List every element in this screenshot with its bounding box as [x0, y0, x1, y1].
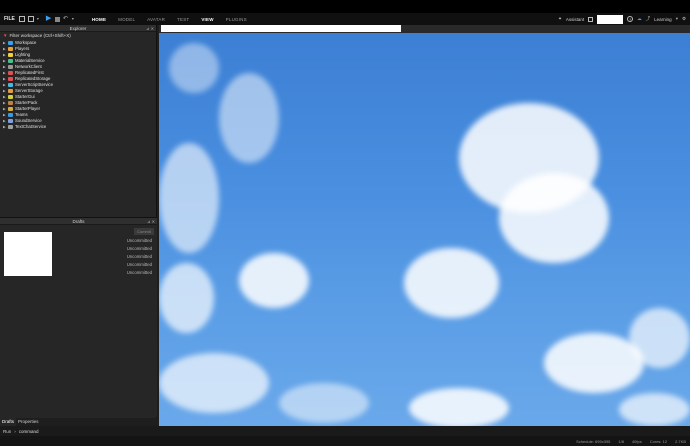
filter-row[interactable]: ▼ Filter workspace (Ctrl+Shift+X): [0, 32, 156, 39]
service-icon: [8, 83, 13, 87]
tab-home[interactable]: HOME: [86, 17, 112, 22]
play-icon[interactable]: ▶: [46, 15, 52, 22]
assistant-icon: ✦: [558, 16, 562, 21]
service-icon: [8, 53, 13, 57]
cloud: [219, 73, 279, 163]
cloud: [409, 388, 509, 426]
draft-status: Uncommitted: [126, 246, 152, 251]
title-bar: [0, 0, 690, 13]
service-icon: [8, 101, 13, 105]
cloud: [619, 393, 690, 426]
page-icon[interactable]: [18, 16, 25, 22]
quick-access-toolbar: ▾ ▶ ↶ ▾: [18, 15, 78, 22]
status-cores: Cores: 12: [649, 438, 668, 444]
explorer-header: Explorer ⊿ ✕: [0, 25, 156, 32]
draft-status: Uncommitted: [126, 270, 152, 275]
pin-icon[interactable]: ⊿: [146, 26, 149, 31]
user-avatar-box[interactable]: [597, 14, 624, 24]
cloud: [499, 173, 609, 263]
service-icon: [8, 71, 13, 75]
chevron-down-icon[interactable]: ▾: [37, 16, 43, 22]
command-bar: Run › command: [0, 426, 690, 436]
filter-input[interactable]: Filter workspace (Ctrl+Shift+X): [9, 32, 70, 39]
command-input[interactable]: command: [19, 429, 39, 434]
viewport-tab-input[interactable]: [161, 25, 401, 32]
window-icon[interactable]: [588, 16, 594, 22]
left-bottom-tabs: Drafts Properties: [0, 418, 157, 426]
status-ratio: 1/8: [618, 438, 624, 444]
status-schedule: Schedule: 695x395: [576, 438, 611, 444]
cloud: [629, 308, 690, 368]
explorer-title: Explorer: [69, 26, 87, 31]
panel-controls: ⊿ ✕: [146, 25, 154, 32]
status-fps: 40fps: [631, 438, 642, 444]
chevron-right-icon: ›: [14, 428, 16, 434]
status-mem: 2.7KB: [675, 438, 686, 444]
draft-status: Uncommitted: [126, 262, 152, 267]
drafts-header: Drafts ⊿ ✕: [0, 218, 157, 225]
close-icon[interactable]: ✕: [151, 26, 154, 31]
explorer-item-label: TextChatService: [15, 124, 47, 129]
stop-icon[interactable]: [54, 16, 60, 22]
service-icon: [8, 107, 13, 111]
service-icon: [8, 125, 13, 129]
commit-button[interactable]: Commit: [134, 228, 154, 235]
copy-icon[interactable]: [27, 16, 34, 22]
service-icon: [8, 59, 13, 63]
cloud: [404, 248, 499, 318]
run-label: Run: [3, 428, 12, 434]
draft-status: Uncommitted: [126, 238, 152, 243]
tab-test[interactable]: TEST: [171, 17, 195, 22]
explorer-tree: ▶ Workspace ▶ Players ▶ Lighting ▶ MaterialServ…: [0, 39, 156, 130]
tab-plugins[interactable]: PLUGINS: [220, 17, 253, 22]
status-bar: Schedule: 695x395 1/8 40fps Cores: 12 2.…: [0, 436, 690, 446]
user-name[interactable]: Learning: [654, 17, 672, 22]
tab-drafts[interactable]: Drafts: [0, 418, 17, 426]
cloud: [169, 43, 219, 93]
tab-view[interactable]: VIEW: [195, 17, 219, 22]
service-icon: [8, 41, 13, 45]
draft-status: Uncommitted: [126, 254, 152, 259]
service-icon: [8, 77, 13, 81]
explorer-item[interactable]: ▶ TextChatService: [0, 124, 156, 130]
viewport-3d[interactable]: [159, 33, 690, 426]
service-icon: [8, 113, 13, 117]
cloud: [159, 263, 214, 333]
service-icon: [8, 119, 13, 123]
cloud: [159, 353, 269, 413]
filter-icon[interactable]: ▼: [3, 32, 7, 39]
file-menu[interactable]: FILE: [0, 16, 19, 22]
chevron-down-icon[interactable]: ▾: [676, 16, 678, 22]
assistant-button[interactable]: Assistant: [566, 17, 584, 22]
share-icon[interactable]: ⤴: [646, 16, 651, 22]
drafts-title: Drafts: [72, 219, 85, 224]
panel-controls: ⊿ ✕: [147, 218, 155, 225]
draft-thumbnail: [4, 232, 52, 276]
service-icon: [8, 47, 13, 51]
menubar-right: ✦ Assistant ? ☁ ⤴ Learning ▾ ⚙: [558, 13, 686, 25]
pin-icon[interactable]: ⊿: [147, 219, 150, 224]
service-icon: [8, 95, 13, 99]
tab-model[interactable]: MODEL: [112, 17, 141, 22]
cloud: [279, 383, 369, 423]
cloud: [239, 253, 309, 308]
service-icon: [8, 89, 13, 93]
cloud: [159, 143, 219, 253]
service-icon: [8, 65, 13, 69]
close-icon[interactable]: ✕: [152, 219, 155, 224]
settings-icon[interactable]: ⚙: [682, 16, 686, 22]
drafts-panel: Drafts ⊿ ✕ Commit Uncommitted Uncommitte…: [0, 217, 157, 417]
tab-properties[interactable]: Properties: [16, 418, 41, 426]
menu-bar: FILE ▾ ▶ ↶ ▾ HOME MODEL AVATAR TEST VIEW…: [0, 13, 690, 25]
undo-icon[interactable]: ↶: [63, 16, 69, 22]
chevron-down-icon[interactable]: ▾: [72, 16, 78, 22]
cloud-icon[interactable]: ☁: [637, 16, 642, 22]
tab-avatar[interactable]: AVATAR: [141, 17, 171, 22]
help-icon[interactable]: ?: [627, 16, 634, 22]
